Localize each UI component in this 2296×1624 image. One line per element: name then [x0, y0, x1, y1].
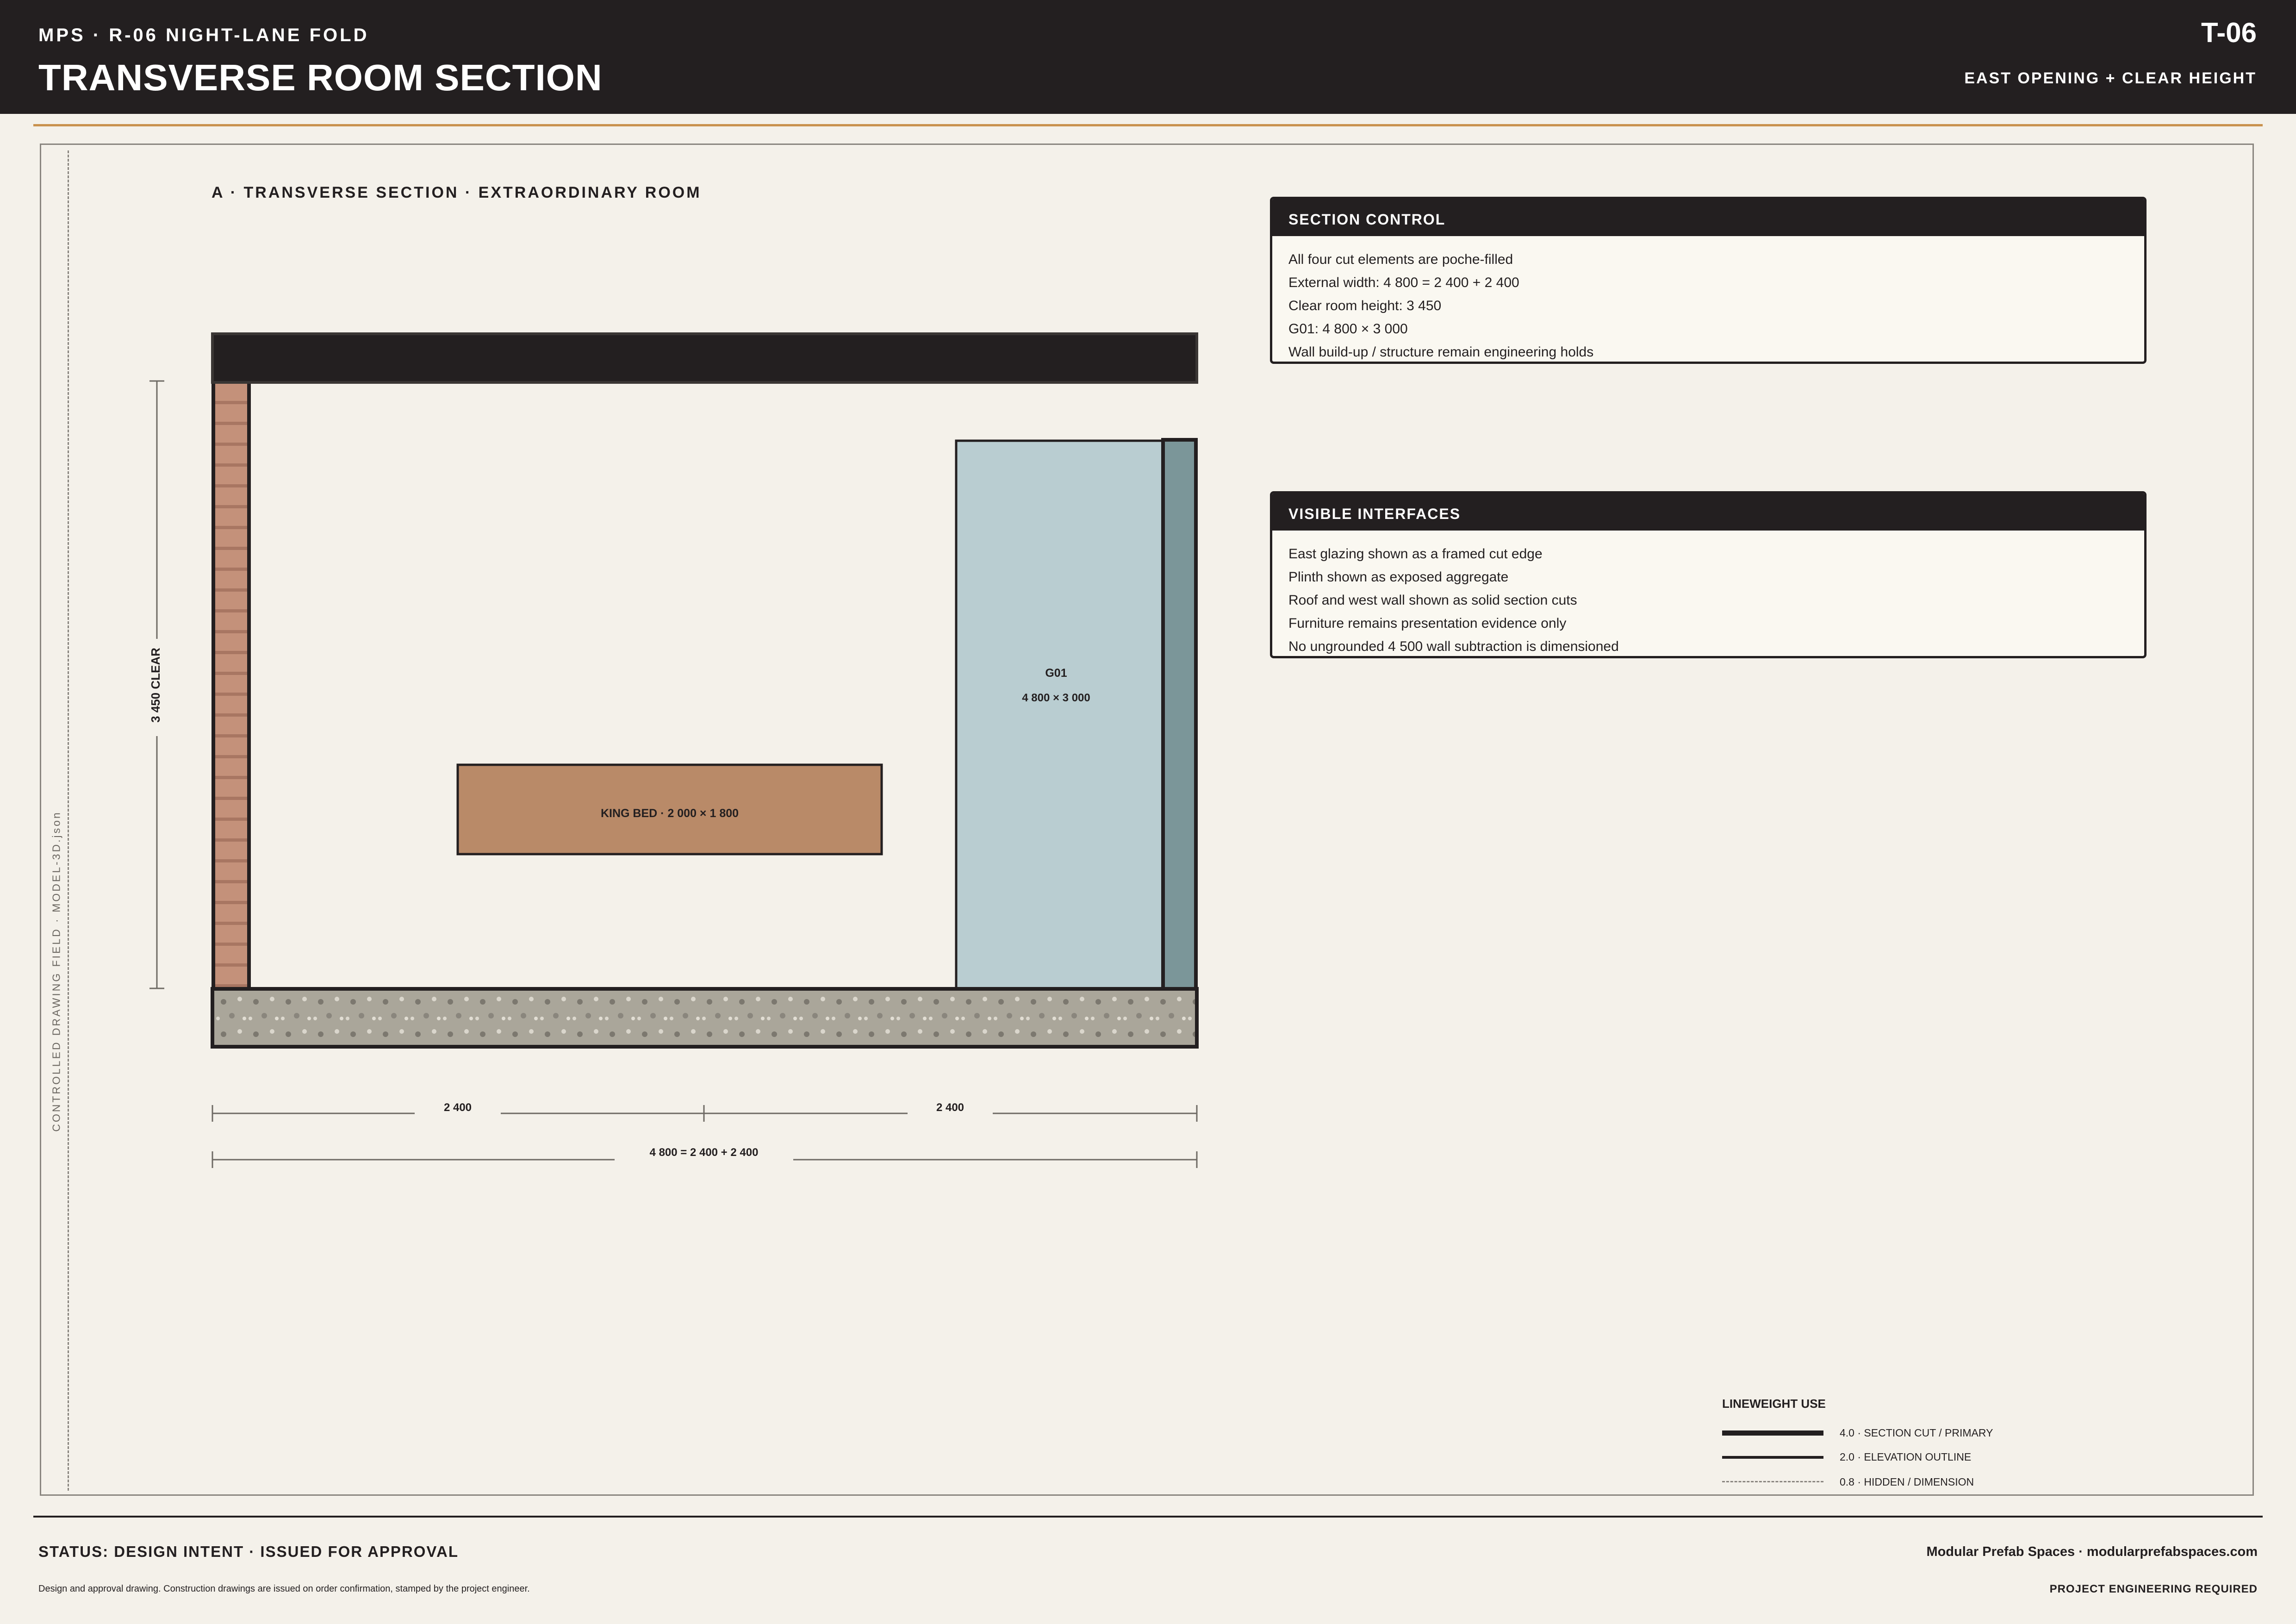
visible-interfaces-line: Roof and west wall shown as solid sectio…	[1288, 593, 1577, 608]
section-control-line: All four cut elements are poche-filled	[1288, 252, 1513, 267]
legend-label: 2.0 · ELEVATION OUTLINE	[1840, 1451, 1972, 1463]
footer-divider	[33, 1516, 2263, 1518]
roof-slab-cut	[211, 332, 1198, 384]
width-dimensions: 2 400 2 400 4 800 = 2 400 + 2 400	[212, 1101, 1198, 1168]
visible-interfaces-line: East glazing shown as a framed cut edge	[1288, 546, 1543, 562]
clear-height-dimension: 3 450 CLEAR	[149, 380, 164, 989]
legend-item-elevation: 2.0 · ELEVATION OUTLINE	[1722, 1449, 2046, 1465]
visible-interfaces-heading: VISIBLE INTERFACES	[1272, 493, 2144, 531]
visible-interfaces-line: No ungrounded 4 500 wall subtraction is …	[1288, 639, 1619, 654]
legend-swatch-dashed	[1722, 1481, 1823, 1482]
section-control-line: Wall build-up / structure remain enginee…	[1288, 344, 1594, 360]
section-control-panel: SECTION CONTROL All four cut elements ar…	[1270, 197, 2147, 364]
legend-swatch-heavy	[1722, 1430, 1823, 1436]
plinth-cut	[211, 987, 1199, 1049]
legend-swatch-medium	[1722, 1456, 1823, 1459]
dim-left-label: 2 400	[444, 1101, 472, 1114]
visible-interfaces-line: Furniture remains presentation evidence …	[1288, 616, 1567, 631]
visible-interfaces-line: Plinth shown as exposed aggregate	[1288, 569, 1509, 585]
east-glazing-frame-cut	[1161, 438, 1198, 992]
glazing-size-label: 4 800 × 3 000	[1022, 692, 1090, 704]
engineering-note: PROJECT ENGINEERING REQUIRED	[2049, 1583, 2258, 1595]
clear-height-label: 3 450 CLEAR	[149, 648, 162, 723]
glazing-id-label: G01	[1045, 667, 1067, 680]
company-credit: Modular Prefab Spaces · modularprefabspa…	[1926, 1544, 2258, 1559]
dim-right-label: 2 400	[936, 1101, 964, 1114]
status-line: STATUS: DESIGN INTENT · ISSUED FOR APPRO…	[38, 1543, 459, 1560]
bed-label: KING BED · 2 000 × 1 800	[601, 807, 739, 820]
legend-label: 0.8 · HIDDEN / DIMENSION	[1840, 1476, 1974, 1488]
disclaimer-text: Design and approval drawing. Constructio…	[38, 1584, 530, 1594]
visible-interfaces-panel: VISIBLE INTERFACES East glazing shown as…	[1270, 491, 2147, 658]
legend-item-section-cut: 4.0 · SECTION CUT / PRIMARY	[1722, 1424, 2046, 1441]
section-control-heading: SECTION CONTROL	[1272, 199, 2144, 236]
west-wall-cut	[212, 379, 251, 992]
legend-label: 4.0 · SECTION CUT / PRIMARY	[1840, 1427, 1993, 1439]
legend-item-hidden: 0.8 · HIDDEN / DIMENSION	[1722, 1474, 2046, 1490]
section-control-line: External width: 4 800 = 2 400 + 2 400	[1288, 275, 1519, 290]
dim-total-label: 4 800 = 2 400 + 2 400	[650, 1146, 759, 1159]
section-control-line: Clear room height: 3 450	[1288, 298, 1442, 313]
legend-title: LINEWEIGHT USE	[1722, 1397, 1826, 1411]
glazing-g01	[955, 439, 1164, 991]
section-control-line: G01: 4 800 × 3 000	[1288, 321, 1408, 337]
